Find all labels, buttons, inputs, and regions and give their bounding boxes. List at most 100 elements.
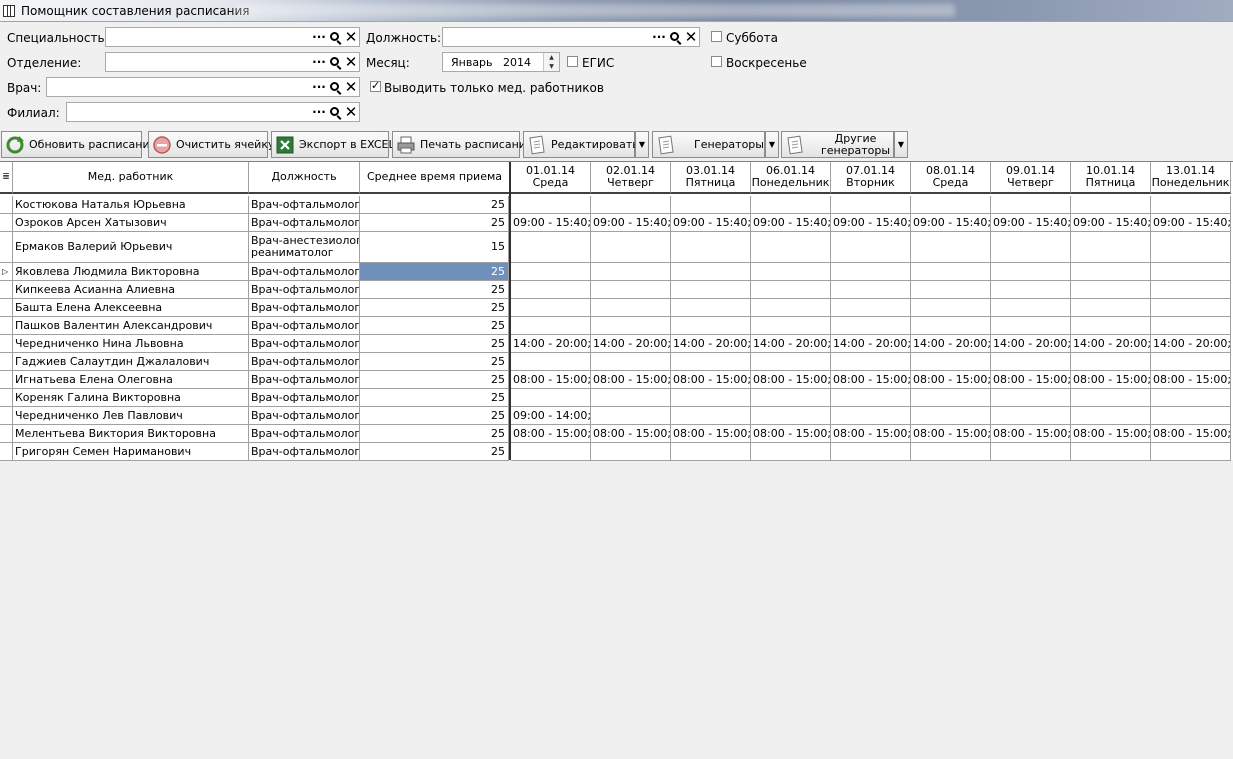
cell-schedule-slot[interactable]: 09:00 - 15:40;	[1071, 214, 1151, 232]
column-header-worker[interactable]: Мед. работник	[13, 162, 249, 194]
cell-schedule-slot[interactable]	[991, 232, 1071, 263]
cell-schedule-slot[interactable]	[911, 407, 991, 425]
cell-avg-time[interactable]: 25	[360, 371, 509, 389]
column-header-date[interactable]: 02.01.14 Четверг	[591, 162, 671, 194]
cell-position[interactable]: Врач-офтальмолог	[249, 407, 360, 425]
cell-schedule-slot[interactable]	[671, 443, 751, 461]
cell-schedule-slot[interactable]: 08:00 - 15:00;	[751, 425, 831, 443]
cell-schedule-slot[interactable]	[591, 299, 671, 317]
cell-schedule-slot[interactable]	[591, 443, 671, 461]
cell-position[interactable]: Врач-офтальмолог	[249, 425, 360, 443]
sunday-checkbox[interactable]	[711, 56, 722, 67]
cell-schedule-slot[interactable]	[751, 196, 831, 214]
cell-schedule-slot[interactable]: 14:00 - 20:00;	[591, 335, 671, 353]
cell-schedule-slot[interactable]	[751, 232, 831, 263]
cell-schedule-slot[interactable]	[511, 196, 591, 214]
cell-schedule-slot[interactable]	[591, 317, 671, 335]
row-indicator[interactable]	[0, 232, 13, 263]
cell-schedule-slot[interactable]	[1071, 317, 1151, 335]
cell-schedule-slot[interactable]: 08:00 - 15:00;	[1071, 371, 1151, 389]
cell-schedule-slot[interactable]	[831, 281, 911, 299]
edit-dropdown-button[interactable]: ▼	[635, 131, 649, 158]
cell-schedule-slot[interactable]	[591, 389, 671, 407]
cell-schedule-slot[interactable]	[511, 317, 591, 335]
export-excel-button[interactable]: Экспорт в EXCEL	[271, 131, 395, 158]
cell-schedule-slot[interactable]: 08:00 - 15:00;	[831, 425, 911, 443]
cell-worker-name[interactable]: Пашков Валентин Александрович	[13, 317, 249, 335]
cell-schedule-slot[interactable]	[831, 232, 911, 263]
column-header-avg-time[interactable]: Среднее время приема	[360, 162, 510, 194]
cell-avg-time[interactable]: 25	[360, 425, 509, 443]
cell-position[interactable]: Врач-офтальмолог	[249, 371, 360, 389]
cell-schedule-slot[interactable]	[671, 263, 751, 281]
cell-schedule-slot[interactable]	[991, 196, 1071, 214]
cell-worker-name[interactable]: Яковлева Людмила Викторовна	[13, 263, 249, 281]
cell-schedule-slot[interactable]	[591, 281, 671, 299]
position-field[interactable]: ··· ✕	[442, 27, 700, 47]
specialty-field[interactable]: ··· ✕	[105, 27, 360, 47]
cell-schedule-slot[interactable]	[1151, 353, 1231, 371]
specialty-clear-button[interactable]: ✕	[343, 28, 359, 46]
department-clear-button[interactable]: ✕	[343, 53, 359, 71]
cell-schedule-slot[interactable]	[831, 317, 911, 335]
cell-schedule-slot[interactable]	[1071, 407, 1151, 425]
column-header-date[interactable]: 13.01.14 Понедельник	[1151, 162, 1231, 194]
row-indicator[interactable]	[0, 317, 13, 335]
schedule-grid[interactable]: ≣ Мед. работник Должность Среднее время …	[0, 161, 1233, 461]
refresh-schedule-button[interactable]: Обновить расписание	[1, 131, 156, 158]
doctor-browse-button[interactable]: ···	[311, 78, 327, 96]
cell-position[interactable]: Врач-офтальмолог	[249, 443, 360, 461]
cell-schedule-slot[interactable]	[511, 281, 591, 299]
cell-schedule-slot[interactable]	[671, 389, 751, 407]
cell-schedule-slot[interactable]	[911, 196, 991, 214]
cell-schedule-slot[interactable]	[911, 317, 991, 335]
cell-avg-time[interactable]: 25	[360, 281, 509, 299]
cell-avg-time[interactable]: 25	[360, 389, 509, 407]
column-header-date[interactable]: 10.01.14 Пятница	[1071, 162, 1151, 194]
branch-search-button[interactable]	[327, 103, 343, 121]
cell-schedule-slot[interactable]	[1151, 281, 1231, 299]
cell-schedule-slot[interactable]	[751, 353, 831, 371]
cell-schedule-slot[interactable]: 09:00 - 15:40;	[911, 214, 991, 232]
cell-schedule-slot[interactable]: 08:00 - 15:00;	[1151, 425, 1231, 443]
cell-position[interactable]: Врач-офтальмолог	[249, 335, 360, 353]
cell-position[interactable]: Врач-офтальмолог	[249, 317, 360, 335]
cell-schedule-slot[interactable]	[991, 443, 1071, 461]
cell-schedule-slot[interactable]	[1071, 281, 1151, 299]
cell-schedule-slot[interactable]	[671, 407, 751, 425]
position-browse-button[interactable]: ···	[651, 28, 667, 46]
cell-worker-name[interactable]: Чередниченко Лев Павлович	[13, 407, 249, 425]
cell-schedule-slot[interactable]	[671, 281, 751, 299]
cell-schedule-slot[interactable]: 09:00 - 15:40;	[511, 214, 591, 232]
row-indicator[interactable]	[0, 407, 13, 425]
cell-schedule-slot[interactable]	[911, 353, 991, 371]
generators-dropdown-button[interactable]: ▼	[765, 131, 779, 158]
cell-schedule-slot[interactable]: 08:00 - 15:00;	[831, 371, 911, 389]
cell-schedule-slot[interactable]	[991, 407, 1071, 425]
cell-schedule-slot[interactable]: 09:00 - 15:40;	[671, 214, 751, 232]
cell-worker-name[interactable]: Костюкова Наталья Юрьевна	[13, 196, 249, 214]
cell-position[interactable]: Врач-анестезиолог-реаниматолог	[249, 232, 360, 263]
cell-avg-time[interactable]: 25	[360, 407, 509, 425]
cell-schedule-slot[interactable]	[831, 196, 911, 214]
cell-schedule-slot[interactable]	[511, 353, 591, 371]
cell-schedule-slot[interactable]	[511, 299, 591, 317]
cell-schedule-slot[interactable]: 14:00 - 20:00;	[1071, 335, 1151, 353]
cell-schedule-slot[interactable]: 08:00 - 15:00;	[991, 425, 1071, 443]
cell-avg-time[interactable]: 15	[360, 232, 509, 263]
cell-schedule-slot[interactable]	[911, 443, 991, 461]
cell-schedule-slot[interactable]	[591, 196, 671, 214]
cell-schedule-slot[interactable]	[1071, 263, 1151, 281]
cell-schedule-slot[interactable]: 14:00 - 20:00;	[751, 335, 831, 353]
spin-down-button[interactable]: ▼	[544, 62, 559, 71]
row-indicator[interactable]	[0, 281, 13, 299]
doctor-field[interactable]: ··· ✕	[46, 77, 360, 97]
cell-worker-name[interactable]: Гаджиев Салаутдин Джалалович	[13, 353, 249, 371]
cell-position[interactable]: Врач-офтальмолог	[249, 299, 360, 317]
cell-schedule-slot[interactable]	[751, 263, 831, 281]
cell-schedule-slot[interactable]	[1071, 443, 1151, 461]
cell-schedule-slot[interactable]: 08:00 - 15:00;	[911, 371, 991, 389]
cell-schedule-slot[interactable]: 08:00 - 15:00;	[591, 371, 671, 389]
cell-schedule-slot[interactable]: 09:00 - 14:00;	[511, 407, 591, 425]
branch-clear-button[interactable]: ✕	[343, 103, 359, 121]
